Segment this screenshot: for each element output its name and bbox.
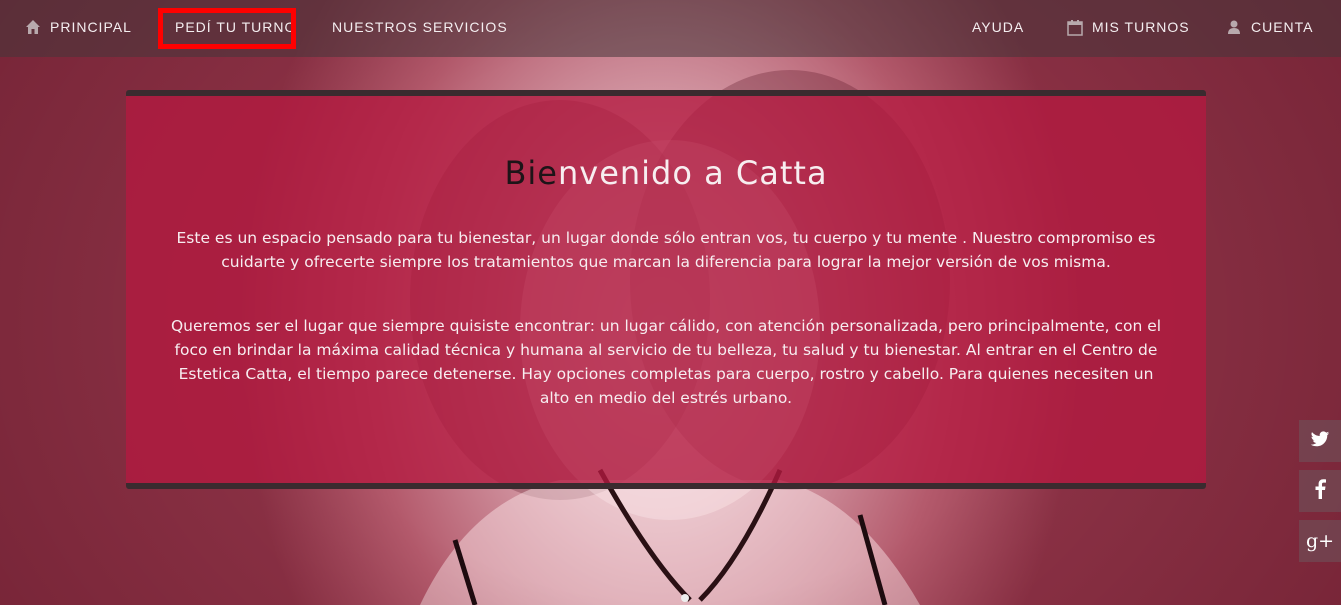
nav-principal-label: PRINCIPAL (50, 19, 132, 35)
welcome-paragraph-1: Este es un espacio pensado para tu biene… (176, 229, 1156, 271)
twitter-icon (1310, 430, 1330, 452)
facebook-icon (1314, 479, 1326, 503)
welcome-panel: Bienvenido a Catta Este es un espacio pe… (126, 90, 1206, 489)
nav-mis-turnos[interactable]: MIS TURNOS (1066, 0, 1190, 54)
facebook-button[interactable] (1299, 470, 1341, 512)
welcome-title-light: nvenido a Catta (557, 154, 828, 192)
nav-principal[interactable]: PRINCIPAL (24, 0, 132, 54)
nav-nuestros-servicios[interactable]: NUESTROS SERVICIOS (332, 0, 508, 54)
google-plus-button[interactable]: g+ (1299, 520, 1341, 562)
home-icon (24, 18, 42, 36)
google-plus-icon: g+ (1305, 530, 1335, 552)
nav-mis-turnos-label: MIS TURNOS (1092, 19, 1190, 35)
nav-ayuda[interactable]: AYUDA (972, 0, 1024, 54)
user-icon (1225, 18, 1243, 36)
nav-ayuda-label: AYUDA (972, 19, 1025, 35)
highlight-box (158, 8, 296, 49)
twitter-button[interactable] (1299, 420, 1341, 462)
welcome-title-dark: Bie (504, 154, 558, 192)
calendar-icon (1066, 18, 1084, 36)
nav-nuestros-servicios-label: NUESTROS SERVICIOS (332, 19, 508, 35)
nav-cuenta-label: CUENTA (1251, 19, 1314, 35)
welcome-title: Bienvenido a Catta (126, 154, 1206, 192)
nav-cuenta[interactable]: CUENTA (1225, 0, 1314, 54)
welcome-paragraph-2: Queremos ser el lugar que siempre quisis… (170, 317, 1162, 407)
